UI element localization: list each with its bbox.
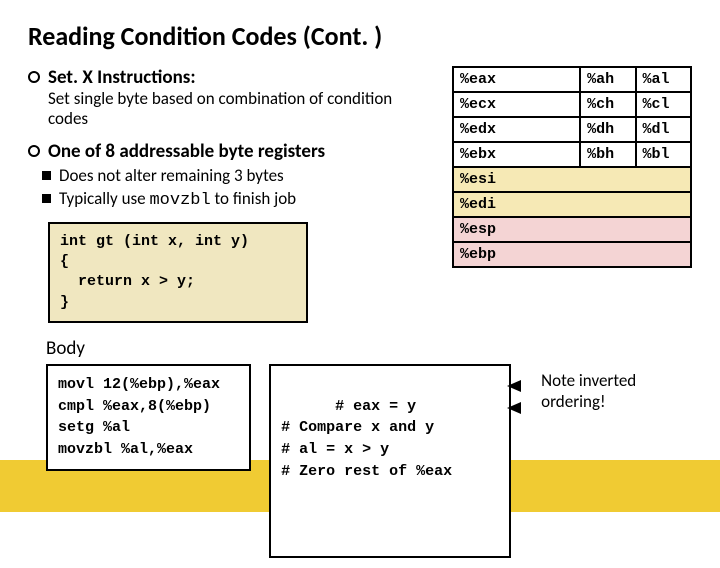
c-code-box: int gt (int x, int y) { return x > y; } [48,222,308,323]
reg-full: %ebp [453,242,691,267]
table-row: %ecx%ch%cl [453,92,691,117]
body-label: Body [46,337,692,360]
reg-full: %esp [453,217,691,242]
assembly-row: movl 12(%ebp),%eax cmpl %eax,8(%ebp) set… [28,364,692,558]
reg-lo: %cl [636,92,691,117]
square-bullet-icon [42,171,51,180]
reg-full: %ecx [453,92,580,117]
reg-lo: %bl [636,142,691,167]
table-row: %ebx%bh%bl [453,142,691,167]
reg-full: %edi [453,192,691,217]
table-row: %ebp [453,242,691,267]
two-column-layout: Set. X Instructions: Set single byte bas… [28,66,692,323]
sub-bullet-2-text: Typically use movzbl to finish job [59,188,296,210]
sub2b: to finish job [211,188,296,209]
left-arrow-icon [507,402,521,414]
reg-full: %eax [453,67,580,92]
bullet-1-desc: Set single byte based on combination of … [48,89,434,130]
assembly-comments-text: # eax = y # Compare x and y # al = x > y… [281,398,452,480]
register-table: %eax%ah%al%ecx%ch%cl%edx%dh%dl%ebx%bh%bl… [452,66,692,268]
reg-full: %esi [453,167,691,192]
table-row: %eax%ah%al [453,67,691,92]
reg-hi: %dh [580,117,635,142]
reg-hi: %ah [580,67,635,92]
table-row: %esp [453,217,691,242]
bullet-1-title: Set. X Instructions: [48,66,196,89]
reg-full: %edx [453,117,580,142]
assembly-comments-box: # eax = y # Compare x and y # al = x > y… [269,364,511,558]
table-row: %edx%dh%dl [453,117,691,142]
open-bullet-icon [28,145,40,157]
square-bullet-icon [42,194,51,203]
reg-full: %ebx [453,142,580,167]
bullet-1: Set. X Instructions: [28,66,434,89]
reg-lo: %al [636,67,691,92]
reg-lo: %dl [636,117,691,142]
sub-bullet-1: Does not alter remaining 3 bytes [28,165,434,186]
right-column: %eax%ah%al%ecx%ch%cl%edx%dh%dl%ebx%bh%bl… [452,66,692,323]
table-row: %edi [453,192,691,217]
bullet-2-title: One of 8 addressable byte registers [48,140,325,163]
sub-bullet-1-text: Does not alter remaining 3 bytes [59,165,284,186]
left-arrow-icon [507,380,521,392]
left-column: Set. X Instructions: Set single byte bas… [28,66,434,323]
sub2mono: movzbl [149,191,210,210]
assembly-code-box: movl 12(%ebp),%eax cmpl %eax,8(%ebp) set… [46,364,251,471]
bullet-2: One of 8 addressable byte registers [28,140,434,163]
table-row: %esi [453,167,691,192]
slide-title: Reading Condition Codes (Cont. ) [28,20,692,52]
note-text: Note inverted ordering! [541,370,692,413]
reg-hi: %bh [580,142,635,167]
sub2a: Typically use [59,188,149,209]
open-bullet-icon [28,71,40,83]
sub-bullet-2: Typically use movzbl to finish job [28,188,434,210]
slide-content: Reading Condition Codes (Cont. ) Set. X … [0,0,720,568]
reg-hi: %ch [580,92,635,117]
